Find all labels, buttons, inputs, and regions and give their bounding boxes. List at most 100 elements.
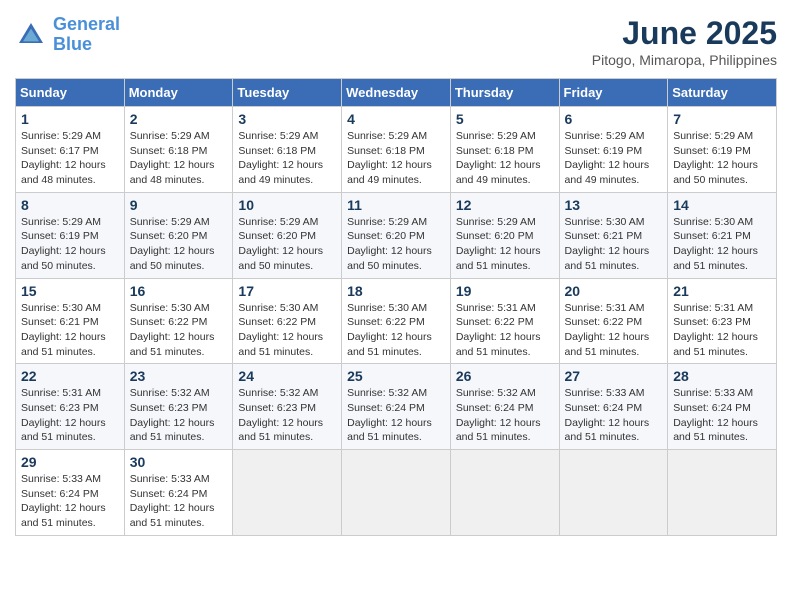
day-detail: Sunrise: 5:29 AMSunset: 6:19 PMDaylight:… (673, 129, 771, 188)
day-detail: Sunrise: 5:32 AMSunset: 6:23 PMDaylight:… (130, 386, 228, 445)
page-header: General Blue June 2025 Pitogo, Mimaropa,… (15, 15, 777, 68)
day-detail: Sunrise: 5:31 AMSunset: 6:23 PMDaylight:… (21, 386, 119, 445)
calendar-cell: 25Sunrise: 5:32 AMSunset: 6:24 PMDayligh… (342, 364, 451, 450)
day-detail: Sunrise: 5:30 AMSunset: 6:21 PMDaylight:… (21, 301, 119, 360)
calendar-cell: 17 Sunrise: 5:30 AMSunset: 6:22 PMDayligh… (233, 278, 342, 364)
calendar-cell: 13 Sunrise: 5:30 AMSunset: 6:21 PMDayligh… (559, 192, 668, 278)
day-number: 19 (456, 283, 554, 299)
day-number: 23 (130, 368, 228, 384)
day-detail: Sunrise: 5:30 AMSunset: 6:22 PMDaylight:… (238, 301, 336, 360)
calendar-cell: 27 Sunrise: 5:33 AMSunset: 6:24 PMDayligh… (559, 364, 668, 450)
day-number: 30 (130, 454, 228, 470)
calendar-cell: 30Sunrise: 5:33 AMSunset: 6:24 PMDayligh… (124, 450, 233, 536)
day-detail: Sunrise: 5:32 AMSunset: 6:23 PMDaylight:… (238, 386, 336, 445)
day-detail: Sunrise: 5:29 AMSunset: 6:17 PMDaylight:… (21, 129, 119, 188)
calendar-cell: 8 Sunrise: 5:29 AMSunset: 6:19 PMDaylight… (16, 192, 125, 278)
day-detail: Sunrise: 5:31 AMSunset: 6:23 PMDaylight:… (673, 301, 771, 360)
day-number: 16 (130, 283, 228, 299)
day-number: 17 (238, 283, 336, 299)
day-detail: Sunrise: 5:29 AMSunset: 6:19 PMDaylight:… (565, 129, 663, 188)
day-detail: Sunrise: 5:29 AMSunset: 6:18 PMDaylight:… (347, 129, 445, 188)
calendar-cell: 1 Sunrise: 5:29 AMSunset: 6:17 PMDaylight… (16, 107, 125, 193)
calendar-cell (559, 450, 668, 536)
day-detail: Sunrise: 5:31 AMSunset: 6:22 PMDaylight:… (565, 301, 663, 360)
logo-blue: Blue (53, 35, 120, 55)
day-number: 26 (456, 368, 554, 384)
day-number: 22 (21, 368, 119, 384)
calendar-row-4: 22 Sunrise: 5:31 AMSunset: 6:23 PMDayligh… (16, 364, 777, 450)
calendar-cell: 11 Sunrise: 5:29 AMSunset: 6:20 PMDayligh… (342, 192, 451, 278)
calendar-cell: 3 Sunrise: 5:29 AMSunset: 6:18 PMDaylight… (233, 107, 342, 193)
calendar-cell: 28 Sunrise: 5:33 AMSunset: 6:24 PMDayligh… (668, 364, 777, 450)
day-detail: Sunrise: 5:33 AMSunset: 6:24 PMDaylight:… (565, 386, 663, 445)
day-detail: Sunrise: 5:32 AMSunset: 6:24 PMDaylight:… (347, 386, 445, 445)
calendar-cell: 19 Sunrise: 5:31 AMSunset: 6:22 PMDayligh… (450, 278, 559, 364)
calendar-table: SundayMondayTuesdayWednesdayThursdayFrid… (15, 78, 777, 536)
calendar-cell: 2Sunrise: 5:29 AMSunset: 6:18 PMDaylight… (124, 107, 233, 193)
col-header-saturday: Saturday (668, 79, 777, 107)
calendar-row-3: 15 Sunrise: 5:30 AMSunset: 6:21 PMDayligh… (16, 278, 777, 364)
day-detail: Sunrise: 5:30 AMSunset: 6:21 PMDaylight:… (565, 215, 663, 274)
day-number: 11 (347, 197, 445, 213)
day-number: 13 (565, 197, 663, 213)
logo-icon (15, 19, 47, 51)
col-header-wednesday: Wednesday (342, 79, 451, 107)
day-detail: Sunrise: 5:29 AMSunset: 6:18 PMDaylight:… (456, 129, 554, 188)
day-number: 3 (238, 111, 336, 127)
calendar-row-1: 1 Sunrise: 5:29 AMSunset: 6:17 PMDaylight… (16, 107, 777, 193)
day-detail: Sunrise: 5:33 AMSunset: 6:24 PMDaylight:… (673, 386, 771, 445)
day-detail: Sunrise: 5:29 AMSunset: 6:19 PMDaylight:… (21, 215, 119, 274)
col-header-sunday: Sunday (16, 79, 125, 107)
day-detail: Sunrise: 5:29 AMSunset: 6:20 PMDaylight:… (347, 215, 445, 274)
day-number: 27 (565, 368, 663, 384)
day-number: 21 (673, 283, 771, 299)
col-header-tuesday: Tuesday (233, 79, 342, 107)
calendar-cell: 14Sunrise: 5:30 AMSunset: 6:21 PMDayligh… (668, 192, 777, 278)
calendar-cell: 10Sunrise: 5:29 AMSunset: 6:20 PMDayligh… (233, 192, 342, 278)
day-detail: Sunrise: 5:30 AMSunset: 6:22 PMDaylight:… (130, 301, 228, 360)
day-number: 8 (21, 197, 119, 213)
day-number: 1 (21, 111, 119, 127)
day-detail: Sunrise: 5:29 AMSunset: 6:20 PMDaylight:… (456, 215, 554, 274)
calendar-cell: 23 Sunrise: 5:32 AMSunset: 6:23 PMDayligh… (124, 364, 233, 450)
calendar-cell: 24 Sunrise: 5:32 AMSunset: 6:23 PMDayligh… (233, 364, 342, 450)
day-detail: Sunrise: 5:29 AMSunset: 6:18 PMDaylight:… (238, 129, 336, 188)
calendar-cell: 29Sunrise: 5:33 AMSunset: 6:24 PMDayligh… (16, 450, 125, 536)
calendar-cell (450, 450, 559, 536)
calendar-cell: 21 Sunrise: 5:31 AMSunset: 6:23 PMDayligh… (668, 278, 777, 364)
calendar-row-5: 29Sunrise: 5:33 AMSunset: 6:24 PMDayligh… (16, 450, 777, 536)
logo-general: General (53, 14, 120, 34)
calendar-cell: 16 Sunrise: 5:30 AMSunset: 6:22 PMDayligh… (124, 278, 233, 364)
col-header-monday: Monday (124, 79, 233, 107)
calendar-cell: 7 Sunrise: 5:29 AMSunset: 6:19 PMDaylight… (668, 107, 777, 193)
day-number: 18 (347, 283, 445, 299)
day-number: 2 (130, 111, 228, 127)
day-number: 6 (565, 111, 663, 127)
month-title: June 2025 (592, 15, 777, 52)
calendar-cell: 26 Sunrise: 5:32 AMSunset: 6:24 PMDayligh… (450, 364, 559, 450)
calendar-cell: 20 Sunrise: 5:31 AMSunset: 6:22 PMDayligh… (559, 278, 668, 364)
day-detail: Sunrise: 5:29 AMSunset: 6:20 PMDaylight:… (130, 215, 228, 274)
day-number: 4 (347, 111, 445, 127)
day-number: 24 (238, 368, 336, 384)
calendar-cell: 9Sunrise: 5:29 AMSunset: 6:20 PMDaylight… (124, 192, 233, 278)
calendar-cell: 5Sunrise: 5:29 AMSunset: 6:18 PMDaylight… (450, 107, 559, 193)
logo: General Blue (15, 15, 120, 55)
day-number: 28 (673, 368, 771, 384)
title-block: June 2025 Pitogo, Mimaropa, Philippines (592, 15, 777, 68)
calendar-cell: 15 Sunrise: 5:30 AMSunset: 6:21 PMDayligh… (16, 278, 125, 364)
col-header-thursday: Thursday (450, 79, 559, 107)
day-number: 15 (21, 283, 119, 299)
calendar-cell: 22 Sunrise: 5:31 AMSunset: 6:23 PMDayligh… (16, 364, 125, 450)
day-detail: Sunrise: 5:31 AMSunset: 6:22 PMDaylight:… (456, 301, 554, 360)
day-detail: Sunrise: 5:32 AMSunset: 6:24 PMDaylight:… (456, 386, 554, 445)
logo-text: General Blue (53, 15, 120, 55)
day-detail: Sunrise: 5:30 AMSunset: 6:21 PMDaylight:… (673, 215, 771, 274)
calendar-cell: 12Sunrise: 5:29 AMSunset: 6:20 PMDayligh… (450, 192, 559, 278)
day-number: 7 (673, 111, 771, 127)
calendar-header: SundayMondayTuesdayWednesdayThursdayFrid… (16, 79, 777, 107)
calendar-cell: 18Sunrise: 5:30 AMSunset: 6:22 PMDayligh… (342, 278, 451, 364)
day-number: 20 (565, 283, 663, 299)
calendar-cell (233, 450, 342, 536)
calendar-row-2: 8 Sunrise: 5:29 AMSunset: 6:19 PMDaylight… (16, 192, 777, 278)
